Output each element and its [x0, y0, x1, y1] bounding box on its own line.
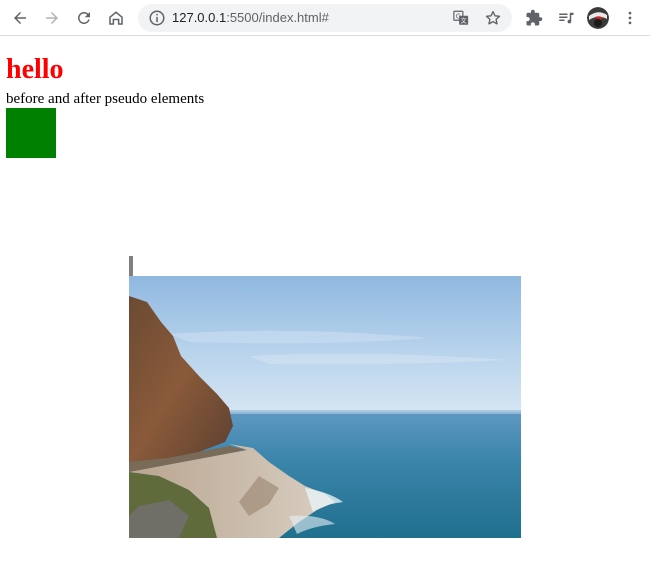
gray-bar [129, 256, 133, 276]
kebab-menu-icon [628, 11, 632, 25]
page-content: hello before and after pseudo elements [0, 37, 650, 570]
reload-icon [77, 11, 90, 24]
url-host: 127.0.0.1 [172, 10, 227, 25]
page-subtext: before and after pseudo elements [6, 91, 205, 107]
green-square [6, 108, 56, 158]
star-icon[interactable] [484, 9, 502, 27]
translate-icon[interactable]: G 文 [452, 9, 470, 27]
address-bar[interactable]: 127.0.0.1:5500/index.html# G 文 [138, 4, 512, 32]
coastline-photo [129, 276, 521, 538]
home-button[interactable] [104, 6, 128, 30]
profile-picture [587, 7, 609, 29]
url-path: :5500/index.html# [226, 10, 329, 25]
reload-button[interactable] [72, 6, 96, 30]
home-icon [109, 11, 123, 25]
back-button[interactable] [8, 6, 32, 30]
forward-button[interactable] [40, 6, 64, 30]
puzzle-icon [526, 9, 543, 26]
playlist-icon [559, 12, 574, 24]
page-heading: hello [6, 54, 64, 85]
menu-button[interactable] [618, 6, 642, 30]
avatar[interactable] [587, 7, 609, 29]
extensions-button[interactable] [522, 6, 546, 30]
browser-toolbar: 127.0.0.1:5500/index.html# G 文 [0, 0, 650, 36]
info-icon[interactable] [148, 9, 166, 27]
coastline-image [129, 276, 521, 538]
arrow-left-icon [14, 12, 26, 24]
media-button[interactable] [554, 6, 578, 30]
url-text[interactable]: 127.0.0.1:5500/index.html# [172, 10, 329, 26]
arrow-right-icon [46, 12, 58, 24]
svg-text:文: 文 [461, 17, 467, 25]
